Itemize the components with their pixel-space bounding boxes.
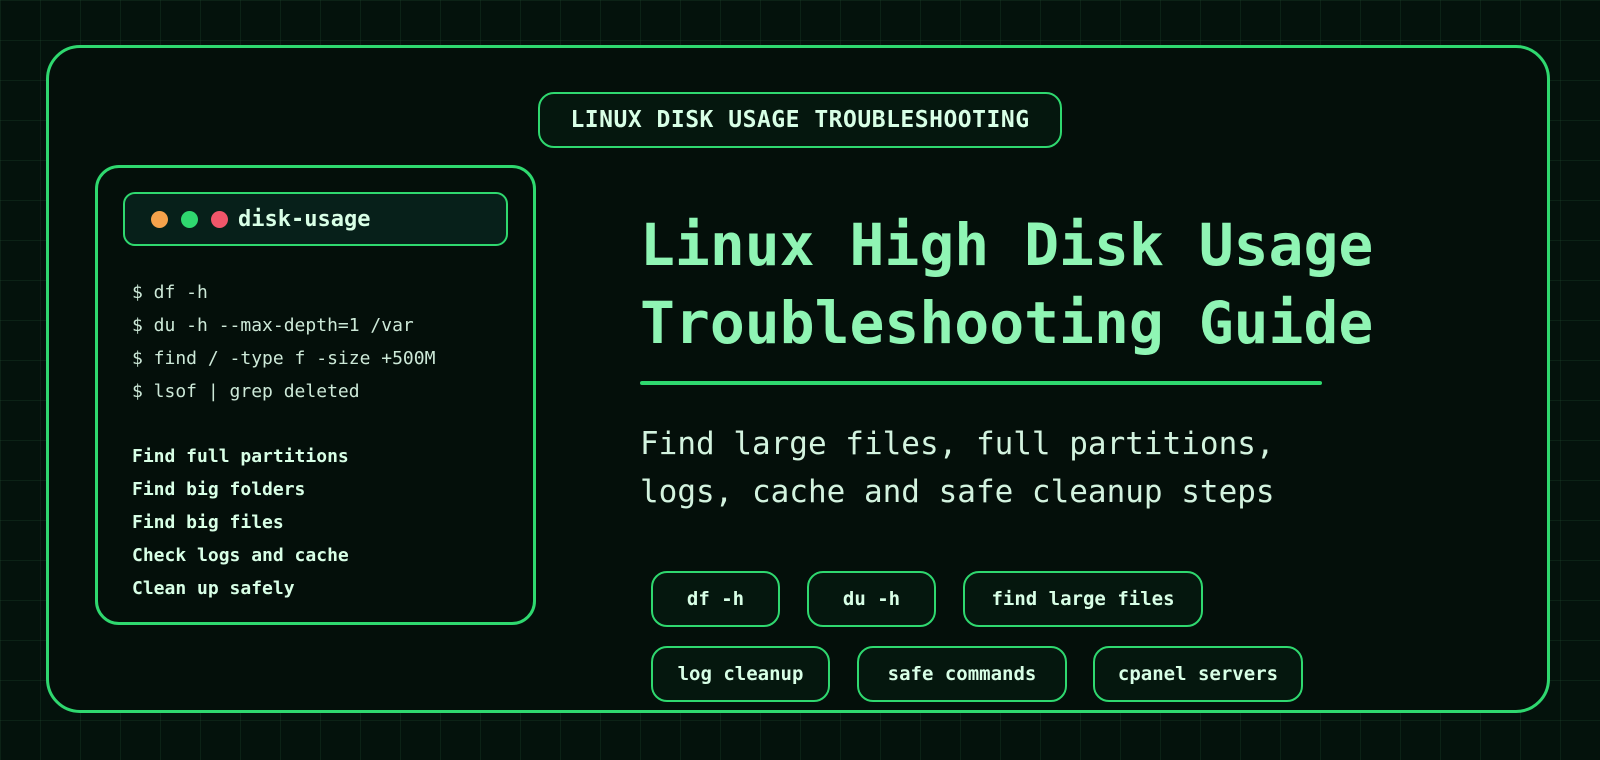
subtitle-line: logs, cache and safe cleanup steps bbox=[640, 474, 1275, 510]
red-dot-icon bbox=[211, 210, 228, 228]
page-title: Linux High Disk Usage Troubleshooting Gu… bbox=[640, 206, 1373, 362]
step-item: Find big folders bbox=[132, 479, 306, 500]
header-badge: LINUX DISK USAGE TROUBLESHOOTING bbox=[538, 92, 1062, 148]
title-line: Linux High Disk Usage bbox=[640, 211, 1374, 279]
tag-log-cleanup: log cleanup bbox=[651, 646, 830, 702]
command-list: $ df -h $ du -h --max-depth=1 /var $ fin… bbox=[132, 282, 435, 414]
subtitle: Find large files, full partitions, logs,… bbox=[640, 420, 1275, 516]
orange-dot-icon bbox=[151, 210, 168, 228]
step-item: Find big files bbox=[132, 512, 284, 533]
title-line: Troubleshooting Guide bbox=[640, 289, 1374, 357]
terminal-title: disk-usage bbox=[238, 206, 371, 232]
step-item: Clean up safely bbox=[132, 578, 295, 599]
tag-find-large-files: find large files bbox=[963, 571, 1203, 627]
tag-safe-commands: safe commands bbox=[857, 646, 1067, 702]
step-item: Find full partitions bbox=[132, 446, 349, 467]
title-divider bbox=[640, 381, 1322, 385]
command-line: $ df -h bbox=[132, 282, 208, 303]
command-line: $ du -h --max-depth=1 /var bbox=[132, 315, 414, 336]
step-item: Check logs and cache bbox=[132, 545, 349, 566]
green-dot-icon bbox=[181, 210, 198, 228]
subtitle-line: Find large files, full partitions, bbox=[640, 426, 1275, 462]
step-list: Find full partitions Find big folders Fi… bbox=[132, 446, 349, 611]
terminal-title-bar: disk-usage bbox=[123, 192, 508, 246]
command-line: $ lsof | grep deleted bbox=[132, 381, 360, 402]
tag-du: du -h bbox=[807, 571, 936, 627]
command-line: $ find / -type f -size +500M bbox=[132, 348, 436, 369]
tag-df: df -h bbox=[651, 571, 780, 627]
tag-cpanel-servers: cpanel servers bbox=[1093, 646, 1303, 702]
